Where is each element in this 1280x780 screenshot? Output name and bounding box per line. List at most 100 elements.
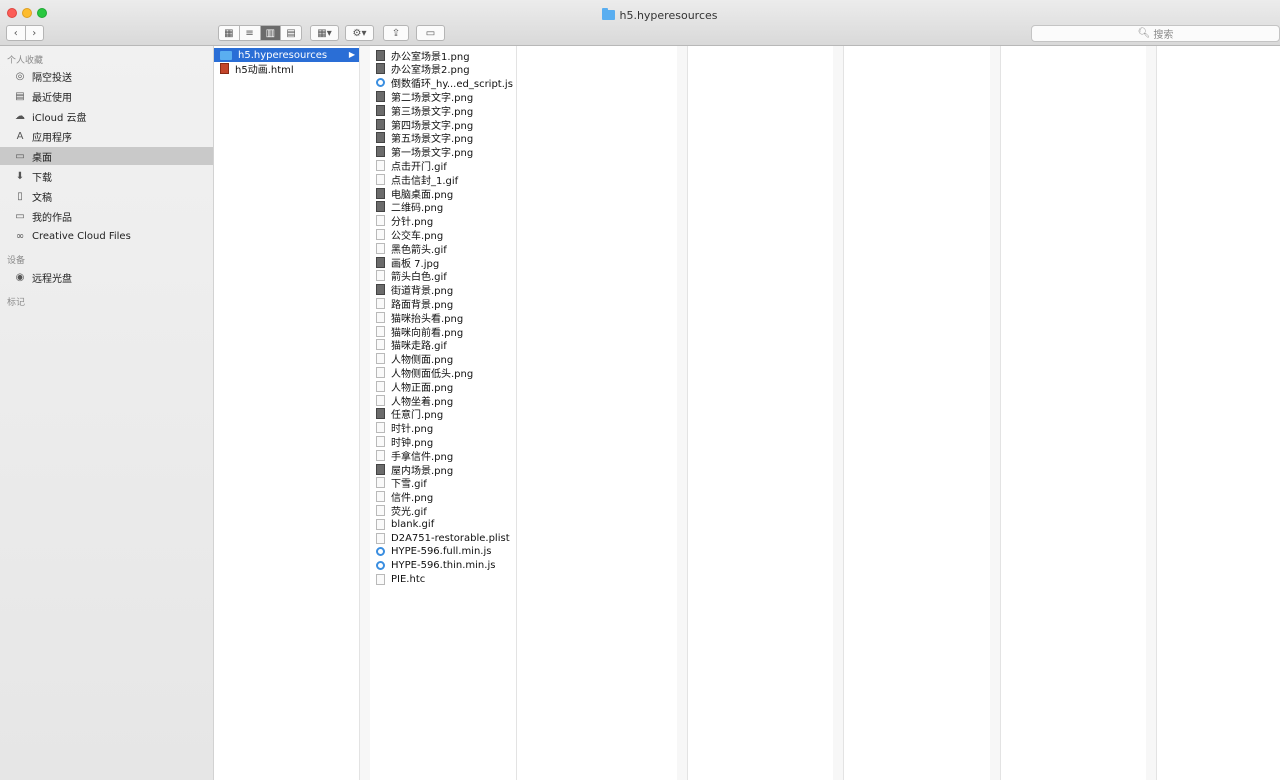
- file-row[interactable]: HYPE-596.thin.min.js: [370, 559, 516, 573]
- sidebar-item[interactable]: ▯ 文稿: [0, 187, 213, 205]
- file-name: 第五场景文字.png: [391, 134, 474, 146]
- file-row[interactable]: PIE.htc: [370, 572, 516, 586]
- file-row[interactable]: 人物侧面低头.png: [370, 365, 516, 380]
- file-name: 箭头白色.gif: [391, 272, 447, 284]
- sidebar-item[interactable]: ▭ 我的作品: [0, 207, 213, 225]
- file-name: 手拿信件.png: [391, 451, 454, 463]
- file-name: 街道背景.png: [391, 286, 454, 298]
- sidebar-item[interactable]: ⬇ 下载: [0, 167, 213, 185]
- gallery-view-button[interactable]: ▤: [281, 26, 301, 40]
- folder-icon: [602, 8, 616, 20]
- file-row[interactable]: 信件.png: [370, 490, 516, 504]
- file-row[interactable]: 街道背景.png: [370, 283, 516, 297]
- file-row[interactable]: 分针.png: [370, 214, 516, 228]
- icon-view-button[interactable]: ▦: [219, 26, 240, 40]
- column-gap: [1146, 46, 1156, 780]
- sidebar-item-label: 远程光盘: [32, 273, 72, 285]
- sidebar-item[interactable]: ▤ 最近使用: [0, 87, 213, 105]
- sidebar-item-label: 下载: [32, 172, 52, 184]
- sidebar-item-icon: ☁: [15, 110, 25, 122]
- file-icon: [376, 491, 385, 503]
- file-row[interactable]: 下雪.gif: [370, 476, 516, 490]
- file-row[interactable]: 电脑桌面.png: [370, 186, 516, 201]
- sidebar-item-label: Creative Cloud Files: [32, 230, 131, 242]
- action-gear-button[interactable]: ⚙▾: [345, 25, 374, 41]
- file-name: HYPE-596.thin.min.js: [391, 560, 496, 572]
- sidebar-item[interactable]: A 应用程序: [0, 127, 213, 145]
- zoom-window-button[interactable]: [37, 8, 47, 18]
- file-row[interactable]: HYPE-596.full.min.js: [370, 545, 516, 559]
- file-icon: [376, 228, 385, 240]
- file-row[interactable]: 第一场景文字.png: [370, 145, 516, 159]
- back-button[interactable]: ‹: [7, 26, 26, 40]
- sidebar-item[interactable]: ◎ 隔空投送: [0, 67, 213, 85]
- image-file-icon: [376, 187, 385, 199]
- file-row[interactable]: 猫咪向前看.png: [370, 324, 516, 339]
- arrange-button[interactable]: ▦▾: [310, 25, 339, 41]
- file-row[interactable]: 点击信封_1.gif: [370, 172, 516, 187]
- file-row[interactable]: blank.gif: [370, 517, 516, 531]
- file-row[interactable]: 办公室场景2.png: [370, 62, 516, 76]
- file-row[interactable]: 人物侧面.png: [370, 352, 516, 366]
- file-name: 第二场景文字.png: [391, 92, 474, 104]
- file-row[interactable]: 第五场景文字.png: [370, 131, 516, 145]
- file-row[interactable]: 猫咪抬头看.png: [370, 310, 516, 325]
- file-row[interactable]: 猫咪走路.gif: [370, 338, 516, 352]
- file-row[interactable]: 二维码.png: [370, 200, 516, 214]
- file-row[interactable]: 第四场景文字.png: [370, 117, 516, 132]
- file-row[interactable]: 第三场景文字.png: [370, 103, 516, 118]
- sidebar-item-label: 桌面: [32, 152, 52, 164]
- file-name: 第三场景文字.png: [391, 106, 474, 118]
- column-2: 办公室场景1.png 办公室场景2.png 倒数循环_hy...ed_script.…: [370, 46, 516, 780]
- share-button[interactable]: ⇪: [383, 25, 409, 41]
- file-row[interactable]: D2A751-restorable.plist: [370, 531, 516, 545]
- window-title-text: h5.hyperesources: [619, 8, 718, 22]
- file-icon: [376, 339, 385, 351]
- file-row[interactable]: 公交车.png: [370, 227, 516, 242]
- column-gap: [990, 46, 1000, 780]
- forward-button[interactable]: ›: [26, 26, 44, 40]
- image-file-icon: [376, 104, 385, 116]
- file-row[interactable]: 屋内场景.png: [370, 462, 516, 477]
- finder-window: h5.hyperesources ‹ › ▦ ≡ ▥ ▤ ▦▾ ⚙▾ ⇪ ▭ 🔍…: [0, 0, 1280, 780]
- file-row[interactable]: 路面背景.png: [370, 296, 516, 311]
- close-window-button[interactable]: [7, 8, 17, 18]
- list-view-button[interactable]: ≡: [240, 26, 261, 40]
- column-1: h5.hyperesources ▶ h5动画.html: [214, 46, 359, 780]
- file-row[interactable]: h5.hyperesources ▶: [214, 48, 359, 62]
- file-icon: [376, 380, 385, 392]
- sidebar-item-icon: ▯: [17, 190, 23, 202]
- file-row[interactable]: 时针.png: [370, 421, 516, 435]
- file-icon: [220, 63, 229, 75]
- file-row[interactable]: 点击开门.gif: [370, 158, 516, 173]
- sidebar-item[interactable]: ☁ iCloud 云盘: [0, 107, 213, 125]
- file-icon: [376, 532, 385, 544]
- file-row[interactable]: 画板 7.jpg: [370, 255, 516, 270]
- file-row[interactable]: 手拿信件.png: [370, 448, 516, 463]
- file-name: 人物坐着.png: [391, 396, 454, 408]
- file-row[interactable]: 时钟.png: [370, 434, 516, 449]
- tag-button[interactable]: ▭: [416, 25, 445, 41]
- file-row[interactable]: 倒数循环_hy...ed_script.js: [370, 76, 516, 90]
- minimize-window-button[interactable]: [22, 8, 32, 18]
- file-row[interactable]: 黑色箭头.gif: [370, 241, 516, 256]
- image-file-icon: [376, 463, 385, 475]
- file-name: 下雪.gif: [391, 479, 427, 491]
- file-name: 荧光.gif: [391, 506, 427, 518]
- column-view-button[interactable]: ▥: [260, 26, 282, 40]
- file-row[interactable]: 第二场景文字.png: [370, 89, 516, 104]
- file-name: 第四场景文字.png: [391, 120, 474, 132]
- file-row[interactable]: 荧光.gif: [370, 503, 516, 518]
- file-row[interactable]: 办公室场景1.png: [370, 48, 516, 63]
- sidebar-item[interactable]: ▭ 桌面: [0, 147, 213, 165]
- search-field[interactable]: 🔍︎ 搜索: [1031, 25, 1280, 42]
- file-row[interactable]: 箭头白色.gif: [370, 269, 516, 283]
- file-row[interactable]: 人物坐着.png: [370, 393, 516, 408]
- file-row[interactable]: 任意门.png: [370, 407, 516, 421]
- file-row[interactable]: 人物正面.png: [370, 379, 516, 394]
- file-name: 黑色箭头.gif: [391, 244, 447, 256]
- favorites-header: 个人收藏: [7, 56, 44, 66]
- file-row[interactable]: h5动画.html: [214, 62, 359, 76]
- sidebar-item[interactable]: ∞ Creative Cloud Files: [0, 227, 213, 245]
- sidebar-device-item[interactable]: ◉ 远程光盘: [0, 268, 213, 286]
